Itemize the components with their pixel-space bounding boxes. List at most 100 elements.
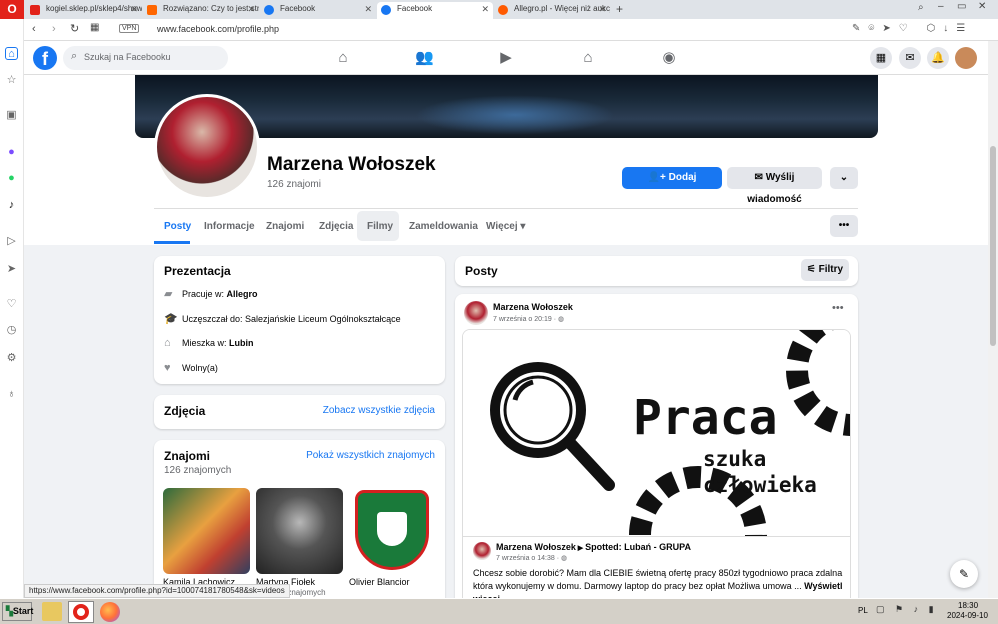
close-window-icon[interactable]: ✕ [978,1,986,12]
image-text-szuka: szuka [703,447,767,471]
clock-date[interactable]: 2024-09-10 [947,611,988,620]
menu-grid-icon[interactable]: ▦ [870,47,892,69]
scrollbar-thumb[interactable] [990,146,996,346]
nav-friends-icon[interactable]: 👥 [415,49,434,67]
reload-icon[interactable]: ↻ [70,22,79,35]
account-avatar[interactable] [955,47,977,69]
opera-logo-icon[interactable]: O [0,0,24,19]
whatsapp-icon[interactable]: ● [5,172,18,185]
search-input[interactable]: ⌕ Szukaj na Facebooku [63,46,228,70]
close-tab-icon[interactable]: ✕ [247,4,255,15]
friend-photo[interactable] [163,488,250,574]
back-icon[interactable]: ‹ [32,23,36,35]
house-icon: ⌂ [164,337,171,349]
image-text-czlowieka: człowieka [703,473,817,497]
add-friend-button[interactable]: 👤+ Dodaj znajomego [622,167,722,205]
speed-dial-icon[interactable]: ☆ [5,74,18,87]
filters-button[interactable]: ⚟ Filtry [801,259,849,281]
close-tab-icon[interactable]: ✕ [598,4,606,15]
friends-card: Znajomi 126 znajomych Pokaż wszystkich z… [154,440,445,598]
settings-icon[interactable]: ⚙ [5,352,18,365]
tab-checkins[interactable]: Zameldowania [409,221,478,232]
friends-total: 126 znajomych [164,465,232,476]
shared-header: Marzena Wołoszek ▶ Spotted: Lubań - GRUP… [496,542,691,552]
clock-time[interactable]: 18:30 [958,601,978,610]
post-author-avatar[interactable] [464,301,488,325]
friends-count[interactable]: 126 znajomi [267,179,321,190]
send-icon[interactable]: ➤ [5,263,18,276]
browser-tab[interactable]: Rozwiązano: Czy to jest strona✕ [143,2,259,19]
vpn-badge[interactable]: VPN [119,24,140,33]
browser-tab[interactable]: kogiel.sklep.pl/sklep4/show_s ✕ [26,2,142,19]
friend-name[interactable]: Olivier Blancior [349,577,410,587]
maximize-icon[interactable]: ▭ [957,1,966,12]
close-tab-icon[interactable]: ✕ [130,4,138,15]
profile-avatar[interactable] [154,94,260,200]
nav-home-icon[interactable]: ⌂ [334,49,352,67]
messenger-icon[interactable]: ● [5,146,18,159]
send-message-button[interactable]: ✉ Wyślij wiadomość [727,167,822,205]
language-indicator[interactable]: PL [858,606,868,615]
shared-image[interactable]: Praca szuka człowieka [463,330,850,536]
shared-post[interactable]: Praca szuka człowieka Marzena Wołoszek ▶… [462,329,851,598]
image-text-praca: Praca [633,390,778,446]
notifications-icon[interactable]: 🔔 [927,47,949,69]
page-scrollbar[interactable] [988,41,998,598]
see-all-photos-link[interactable]: Zobacz wszystkie zdjęcia [323,405,435,416]
shared-time[interactable]: 7 września o 14:38 · ◍ [496,554,567,562]
browser-tab-active[interactable]: Facebook ✕ [377,2,493,19]
shared-author-avatar[interactable] [473,542,491,560]
facebook-logo[interactable]: f [33,46,57,70]
messenger-icon[interactable]: ✉ [899,47,921,69]
start-button[interactable]: ▚Start [2,602,33,621]
tabs-grid-icon[interactable]: ▦ [90,22,99,33]
graduation-cap-icon: 🎓 [164,313,178,325]
pin-icon[interactable]: ♁ [5,388,18,401]
facebook-header: f ⌕ Szukaj na Facebooku ⌂ 👥 ▶ ⌂ ◉ ▦ ✉ 🔔 [24,41,988,75]
tab-more[interactable]: Więcej ▾ [486,221,525,232]
search-tabs-icon[interactable]: ⌕ [918,2,924,13]
compose-icon: ✎ [958,567,970,581]
new-tab-button[interactable]: + [616,2,623,16]
tiktok-icon[interactable]: ♪ [5,199,18,212]
tab-favicon-icon [30,5,40,15]
browser-tab[interactable]: Allegro.pl - Więcej niż aukcje ✕ [494,2,610,19]
tab-videos[interactable]: Filmy [367,221,393,232]
tab-posts[interactable]: Posty [164,221,191,232]
more-options-button[interactable]: ⌄ [830,167,858,189]
minimize-icon[interactable]: – [938,1,944,12]
firefox-taskbar-icon[interactable] [100,602,120,622]
globe-icon: ◍ [560,555,568,562]
tab-friends[interactable]: Znajomi [266,221,304,232]
heart-icon[interactable]: ♡ [5,298,18,311]
new-message-button[interactable]: ✎ [950,560,978,588]
nav-groups-icon[interactable]: ◉ [660,49,678,67]
close-tab-icon[interactable]: ✕ [364,4,372,15]
opera-taskbar-icon[interactable] [68,601,94,623]
crest-inner [377,512,407,546]
home-icon[interactable]: ⌂ [5,47,18,60]
nav-watch-icon[interactable]: ▶ [497,49,515,67]
page-actions-icons[interactable]: ✎⌾➤♡ ⬡↓☰ [852,23,973,34]
chevron-down-icon: ⌄ [839,172,849,183]
close-tab-icon[interactable]: ✕ [481,4,489,15]
url-field[interactable]: www.facebook.com/profile.php [157,24,279,34]
tab-photos[interactable]: Zdjęcia [319,221,353,232]
forward-icon[interactable]: › [52,23,56,35]
nav-marketplace-icon[interactable]: ⌂ [579,49,597,67]
see-all-friends-link[interactable]: Pokaż wszystkich znajomych [306,450,435,461]
post-options-icon[interactable]: ••• [832,302,844,314]
profile-more-button[interactable]: ••• [830,215,858,237]
friend-photo[interactable] [349,488,436,574]
post-time[interactable]: 7 września o 20:19 · ◍ [493,315,564,323]
tray-icons[interactable]: ▢ ⚑ ♪ ▮ [876,604,938,615]
browser-tab[interactable]: Facebook ✕ [260,2,376,19]
divider [154,208,858,209]
player-icon[interactable]: ▷ [5,235,18,248]
history-icon[interactable]: ◷ [5,324,18,337]
friend-photo[interactable] [256,488,343,574]
file-explorer-icon[interactable] [42,602,62,621]
post-author[interactable]: Marzena Wołoszek [493,302,573,312]
bag-icon[interactable]: ▣ [5,109,18,122]
tab-about[interactable]: Informacje [204,221,255,232]
